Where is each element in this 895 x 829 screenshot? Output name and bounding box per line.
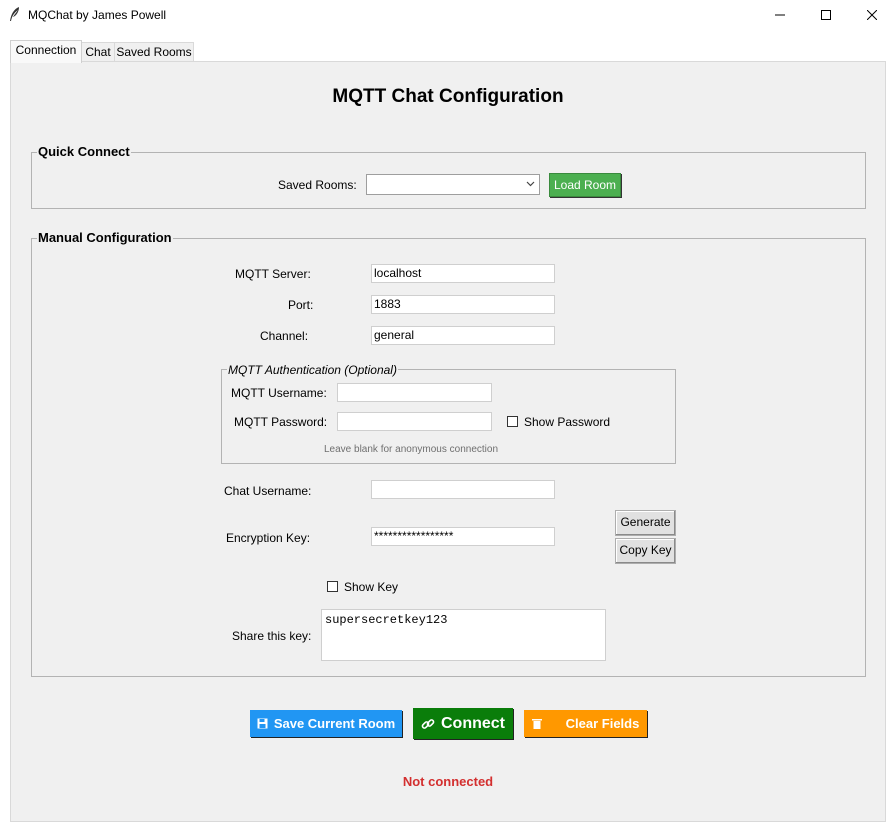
tab-chat[interactable]: Chat [81,42,115,62]
link-icon [421,718,435,729]
chat-username-label: Chat Username: [224,484,312,498]
page-title: MQTT Chat Configuration [332,86,564,107]
mqtt-username-label: MQTT Username: [231,386,327,400]
save-room-button[interactable]: Save Current Room [250,710,402,737]
mqtt-server-label: MQTT Server: [235,267,311,281]
channel-input[interactable]: general [371,326,555,345]
quick-connect-frame: Quick Connect Saved Rooms: Load Room [31,144,866,209]
show-password-checkbox[interactable] [507,416,518,427]
tab-connection[interactable]: Connection [10,40,82,63]
show-password-label[interactable]: Show Password [524,415,610,429]
manual-config-frame: Manual Configuration MQTT Server: localh… [31,230,866,677]
manual-config-legend: Manual Configuration [37,230,173,245]
encryption-key-label: Encryption Key: [226,531,311,545]
title-bar: MQChat by James Powell [0,0,895,30]
auth-frame: MQTT Authentication (Optional) MQTT User… [221,363,676,464]
chevron-down-icon [526,181,535,187]
port-label: Port: [288,298,314,312]
minimize-icon [775,14,785,16]
connect-button[interactable]: Connect [413,708,513,739]
channel-label: Channel: [260,329,309,343]
share-key-label: Share this key: [232,629,312,643]
copy-key-button[interactable]: Copy Key [615,538,676,564]
show-key-checkbox[interactable] [327,581,338,592]
quick-connect-legend: Quick Connect [37,144,131,159]
mqtt-username-input[interactable] [337,383,492,402]
trash-icon [531,719,542,729]
clear-fields-button[interactable]: Clear Fields [524,710,647,737]
maximize-icon [821,10,831,20]
auth-hint: Leave blank for anonymous connection [324,444,499,455]
load-room-button[interactable]: Load Room [549,173,621,197]
window-title: MQChat by James Powell [28,8,167,22]
port-input[interactable]: 1883 [371,295,555,314]
share-key-textbox[interactable]: supersecretkey123 [321,609,606,661]
generate-button[interactable]: Generate [615,510,676,536]
feather-icon [10,7,19,21]
saved-rooms-dropdown[interactable] [366,174,540,195]
maximize-button[interactable] [803,0,849,30]
minimize-button[interactable] [757,0,803,30]
mqtt-password-input[interactable] [337,412,492,431]
saved-rooms-label: Saved Rooms: [278,178,357,192]
save-room-label: Save Current Room [273,716,396,731]
mqtt-password-label: MQTT Password: [234,415,328,429]
connect-label: Connect [441,714,505,732]
connection-status: Not connected [402,774,494,789]
chat-username-input[interactable] [371,480,555,499]
floppy-disk-icon [257,718,268,729]
show-key-label[interactable]: Show Key [344,580,398,594]
encryption-key-input[interactable]: ***************** [371,527,555,546]
clear-fields-label: Clear Fields [565,716,640,731]
close-icon [867,10,877,20]
connection-panel: MQTT Chat Configuration Quick Connect Sa… [10,61,886,822]
auth-legend: MQTT Authentication (Optional) [227,363,398,377]
mqtt-server-input[interactable]: localhost [371,264,555,283]
tab-saved-rooms[interactable]: Saved Rooms [114,42,194,62]
close-button[interactable] [849,0,895,30]
